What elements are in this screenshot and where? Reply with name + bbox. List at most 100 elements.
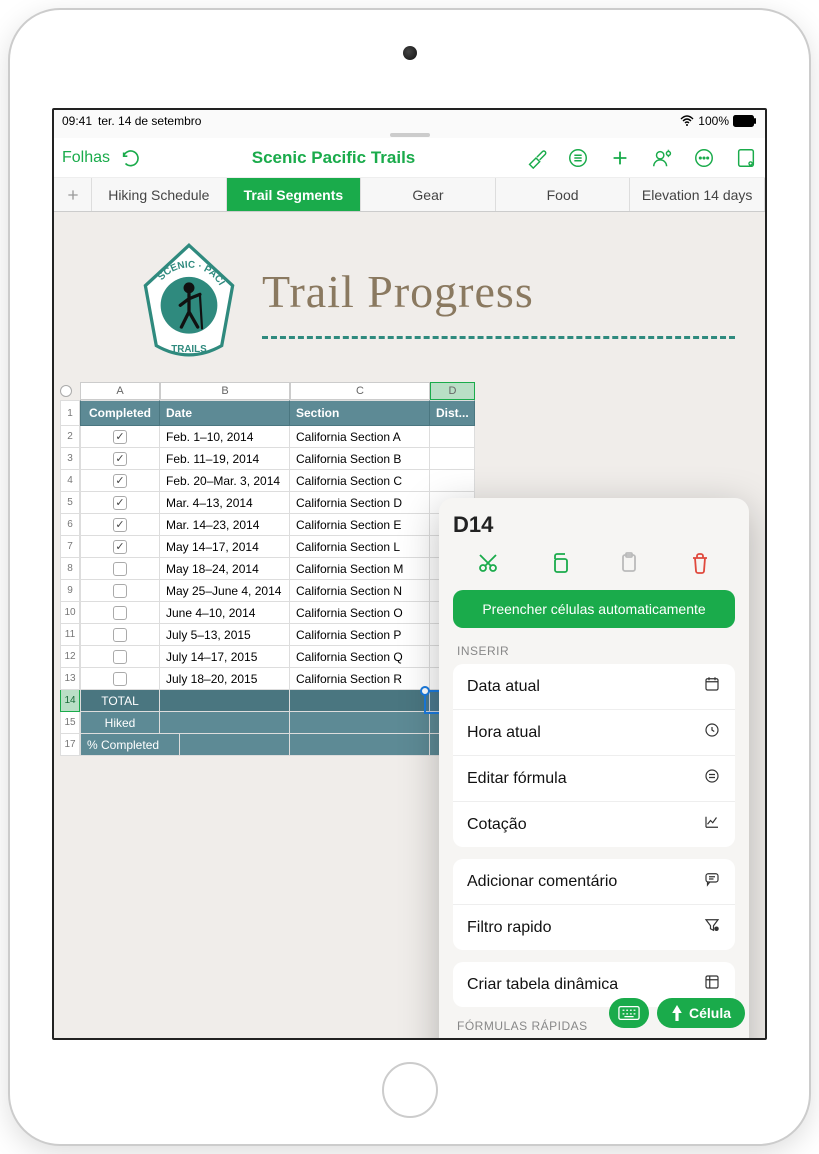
inspector-icon[interactable] — [735, 147, 757, 169]
sheets-back-button[interactable]: Folhas — [62, 149, 110, 167]
insert-current-time[interactable]: Hora atual — [453, 710, 735, 756]
column-header-d[interactable]: D — [430, 382, 475, 400]
cell-hiked-label[interactable]: Hiked — [80, 712, 160, 734]
row-number[interactable]: 6 — [60, 514, 80, 536]
cell[interactable] — [290, 690, 430, 712]
cell-completed[interactable] — [80, 470, 160, 492]
row-number[interactable]: 2 — [60, 426, 80, 448]
cell-total-label[interactable]: TOTAL — [80, 690, 160, 712]
checkbox-checked-icon[interactable] — [113, 518, 127, 532]
cell-section[interactable]: California Section L — [290, 536, 430, 558]
checkbox-icon[interactable] — [113, 562, 127, 576]
row-number[interactable]: 17 — [60, 734, 80, 756]
cell-date[interactable]: June 4–10, 2014 — [160, 602, 290, 624]
cell-section[interactable]: California Section A — [290, 426, 430, 448]
checkbox-checked-icon[interactable] — [113, 474, 127, 488]
checkbox-icon[interactable] — [113, 584, 127, 598]
checkbox-checked-icon[interactable] — [113, 452, 127, 466]
list-icon[interactable] — [567, 147, 589, 169]
cell-completed[interactable] — [80, 668, 160, 690]
cell-section[interactable]: California Section R — [290, 668, 430, 690]
sheet-tab-food[interactable]: Food — [496, 178, 631, 211]
cell-date[interactable]: July 5–13, 2015 — [160, 624, 290, 646]
cell-section[interactable]: California Section E — [290, 514, 430, 536]
cell-completed[interactable] — [80, 646, 160, 668]
cell[interactable] — [160, 712, 290, 734]
checkbox-icon[interactable] — [113, 650, 127, 664]
cell-section[interactable]: California Section D — [290, 492, 430, 514]
add-sheet-button[interactable] — [54, 178, 92, 211]
insert-stock-quote[interactable]: Cotação — [453, 802, 735, 847]
cell-completed[interactable] — [80, 448, 160, 470]
cut-button[interactable] — [473, 548, 503, 578]
home-button[interactable] — [382, 1062, 438, 1118]
row-number[interactable]: 7 — [60, 536, 80, 558]
row-number[interactable]: 11 — [60, 624, 80, 646]
row-number[interactable]: 12 — [60, 646, 80, 668]
row-number[interactable]: 3 — [60, 448, 80, 470]
insert-current-date[interactable]: Data atual — [453, 664, 735, 710]
cell-date[interactable]: Feb. 11–19, 2014 — [160, 448, 290, 470]
cell-completed[interactable] — [80, 514, 160, 536]
header-date[interactable]: Date — [160, 400, 290, 426]
row-number[interactable]: 13 — [60, 668, 80, 690]
cell-section[interactable]: California Section Q — [290, 646, 430, 668]
cell-distance[interactable] — [430, 470, 475, 492]
cell[interactable] — [180, 734, 290, 756]
cell-section[interactable]: California Section C — [290, 470, 430, 492]
checkbox-checked-icon[interactable] — [113, 430, 127, 444]
checkbox-icon[interactable] — [113, 628, 127, 642]
cell-date[interactable]: Mar. 14–23, 2014 — [160, 514, 290, 536]
row-number[interactable]: 4 — [60, 470, 80, 492]
keyboard-mode-button[interactable] — [609, 998, 649, 1028]
cell-completed[interactable] — [80, 624, 160, 646]
cell-date[interactable]: July 14–17, 2015 — [160, 646, 290, 668]
checkbox-icon[interactable] — [113, 606, 127, 620]
cell-section[interactable]: California Section O — [290, 602, 430, 624]
add-icon[interactable] — [609, 147, 631, 169]
checkbox-checked-icon[interactable] — [113, 540, 127, 554]
delete-button[interactable] — [685, 548, 715, 578]
cell-completed[interactable] — [80, 580, 160, 602]
sheet-tab-elevation[interactable]: Elevation 14 days — [630, 178, 765, 211]
cell-completed[interactable] — [80, 492, 160, 514]
checkbox-icon[interactable] — [113, 672, 127, 686]
cell-date[interactable]: May 18–24, 2014 — [160, 558, 290, 580]
sheet-tab-trail-segments[interactable]: Trail Segments — [227, 178, 362, 211]
cell-distance[interactable] — [430, 426, 475, 448]
header-section[interactable]: Section — [290, 400, 430, 426]
cell-section[interactable]: California Section P — [290, 624, 430, 646]
edit-formula[interactable]: Editar fórmula — [453, 756, 735, 802]
undo-button[interactable] — [120, 147, 142, 169]
table-corner-handle[interactable] — [60, 385, 72, 397]
row-number[interactable]: 8 — [60, 558, 80, 580]
cell-completed[interactable] — [80, 536, 160, 558]
row-number[interactable]: 15 — [60, 712, 80, 734]
cell-completed[interactable] — [80, 602, 160, 624]
cell-mode-button[interactable]: Célula — [657, 998, 745, 1028]
row-number[interactable]: 9 — [60, 580, 80, 602]
cell-section[interactable]: California Section N — [290, 580, 430, 602]
autofill-button[interactable]: Preencher células automaticamente — [453, 590, 735, 628]
add-comment[interactable]: Adicionar comentário — [453, 859, 735, 905]
document-title[interactable]: Scenic Pacific Trails — [142, 148, 525, 168]
cell-pct-label[interactable]: % Completed — [80, 734, 180, 756]
sheet-tab-hiking[interactable]: Hiking Schedule — [92, 178, 227, 211]
row-number[interactable]: 5 — [60, 492, 80, 514]
cell[interactable] — [290, 734, 430, 756]
cell-date[interactable]: May 14–17, 2014 — [160, 536, 290, 558]
more-icon[interactable] — [693, 147, 715, 169]
cell-date[interactable]: May 25–June 4, 2014 — [160, 580, 290, 602]
cell[interactable] — [290, 712, 430, 734]
collaborate-icon[interactable] — [651, 147, 673, 169]
cell-date[interactable]: Mar. 4–13, 2014 — [160, 492, 290, 514]
cell-section[interactable]: California Section B — [290, 448, 430, 470]
column-header-c[interactable]: C — [290, 382, 430, 400]
header-completed[interactable]: Completed — [80, 400, 160, 426]
sheet-canvas[interactable]: SCENIC · PACIFIC TRAILS Trail Progress — [54, 212, 765, 1038]
column-header-b[interactable]: B — [160, 382, 290, 400]
quick-filter[interactable]: Filtro rapido — [453, 905, 735, 950]
paste-button[interactable] — [614, 548, 644, 578]
checkbox-checked-icon[interactable] — [113, 496, 127, 510]
cell[interactable] — [160, 690, 290, 712]
